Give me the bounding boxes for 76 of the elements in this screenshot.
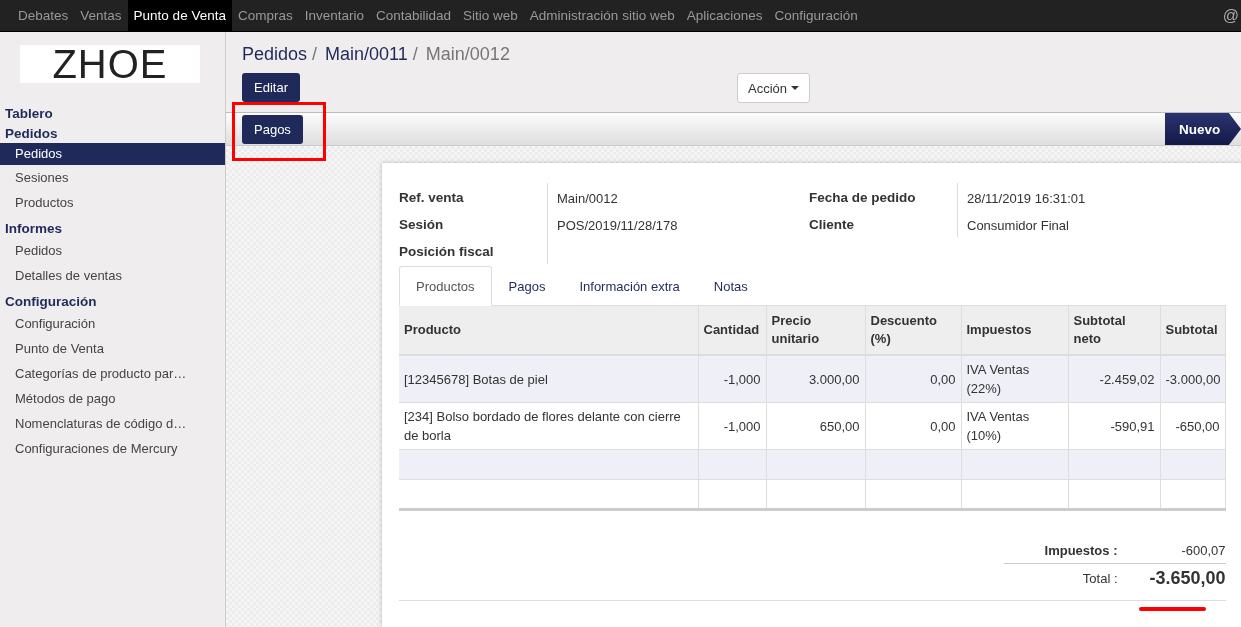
table-cell: 0,00 [865, 355, 961, 403]
total-value: -3.650,00 [1148, 567, 1226, 589]
menu-item[interactable]: Administración sitio web [523, 0, 681, 31]
column-header: Descuento (%) [865, 306, 961, 355]
field-label: Fecha de pedido [809, 183, 958, 210]
sidebar-heading: Informes [4, 220, 63, 238]
column-header: Precio unitario [766, 306, 865, 355]
sidebar-item[interactable]: Configuración [0, 311, 225, 336]
table-cell: -650,00 [1160, 402, 1225, 450]
field-value: Consumidor Final [966, 217, 1070, 235]
sidebar-item[interactable]: Productos [0, 190, 225, 215]
column-header: Subtotal [1160, 306, 1225, 355]
breadcrumb[interactable]: Main/0011 [325, 44, 408, 65]
field-label: Ref. venta [399, 183, 548, 210]
table-cell: -590,91 [1068, 402, 1160, 450]
table-cell: 3.000,00 [766, 355, 865, 403]
field-value: 28/11/2019 16:31:01 [966, 190, 1086, 208]
company-logo: ZHOE [20, 45, 200, 83]
sidebar-heading: Configuración [4, 293, 98, 311]
menu-item[interactable]: Inventario [298, 0, 370, 31]
payments-button[interactable]: Pagos [242, 114, 303, 144]
sidebar-item[interactable]: Configuraciones de Mercury [0, 436, 225, 461]
tab[interactable]: Información extra [562, 266, 697, 306]
sidebar-item[interactable]: Pedidos [0, 143, 225, 165]
sidebar-item[interactable]: Métodos de pago [0, 386, 225, 411]
breadcrumb-separator: / [411, 44, 419, 65]
caret-icon [791, 86, 799, 90]
field-value: Main/0012 [556, 190, 619, 208]
menu-item[interactable]: Ventas [74, 0, 128, 31]
status-stage: Nuevo [1165, 113, 1241, 145]
column-header: Producto [399, 306, 698, 355]
tax-value: -600,07 [1180, 542, 1226, 558]
table-cell: -3.000,00 [1160, 355, 1225, 403]
breadcrumb[interactable]: Pedidos [242, 44, 308, 65]
table-cell: 0,00 [865, 402, 961, 450]
table-cell: -1,000 [698, 355, 766, 403]
menu-item[interactable]: Configuración [768, 0, 864, 31]
sidebar-heading: Pedidos [4, 125, 59, 143]
sidebar-item[interactable]: Detalles de ventas [0, 263, 225, 288]
action-dropdown[interactable]: Acción [736, 73, 810, 103]
column-header: Impuestos [961, 306, 1068, 355]
menu-item[interactable]: Compras [231, 0, 299, 31]
table-cell: IVA Ventas (22%) [961, 355, 1068, 403]
tab[interactable]: Notas [696, 266, 765, 306]
menu-item[interactable]: Debates [12, 0, 75, 31]
sidebar-item[interactable]: Pedidos [0, 238, 225, 263]
sidebar-heading: Tablero [4, 105, 54, 123]
menu-item[interactable]: Sitio web [457, 0, 524, 31]
field-label: Posición fiscal [399, 237, 548, 264]
sidebar-item[interactable]: Categorías de producto par… [0, 361, 225, 386]
tab[interactable]: Productos [399, 266, 492, 306]
sidebar-item[interactable]: Punto de Venta [0, 336, 225, 361]
field-label: Cliente [809, 210, 958, 237]
table-cell: [234] Bolso bordado de flores delante con cierre de borla [399, 402, 698, 450]
menu-item[interactable]: Aplicaciones [680, 0, 769, 31]
column-header: Subtotal neto [1068, 306, 1160, 355]
breadcrumb: Main/0012 [425, 44, 510, 65]
table-cell: -2.459,02 [1068, 355, 1160, 403]
table-cell: [12345678] Botas de piel [399, 355, 698, 403]
sidebar-item[interactable]: Nomenclaturas de código d… [0, 411, 225, 436]
sidebar-item[interactable]: Sesiones [0, 165, 225, 190]
table-cell: IVA Ventas (10%) [961, 402, 1068, 450]
table-cell: 650,00 [766, 402, 865, 450]
menu-item[interactable]: Contabilidad [370, 0, 458, 31]
underline-mark [1139, 607, 1206, 611]
user-menu-icon[interactable]: @ [1222, 0, 1241, 31]
tab[interactable]: Pagos [491, 266, 563, 306]
total-label: Total : [1081, 570, 1119, 586]
tax-label: Impuestos : [1043, 542, 1119, 558]
breadcrumb-separator: / [311, 44, 319, 65]
field-label: Sesión [399, 210, 548, 237]
edit-button[interactable]: Editar [242, 73, 300, 102]
field-value: POS/2019/11/28/178 [556, 217, 679, 235]
menu-item[interactable]: Punto de Venta [127, 0, 232, 31]
table-cell: -1,000 [698, 402, 766, 450]
column-header: Cantidad [698, 306, 766, 355]
